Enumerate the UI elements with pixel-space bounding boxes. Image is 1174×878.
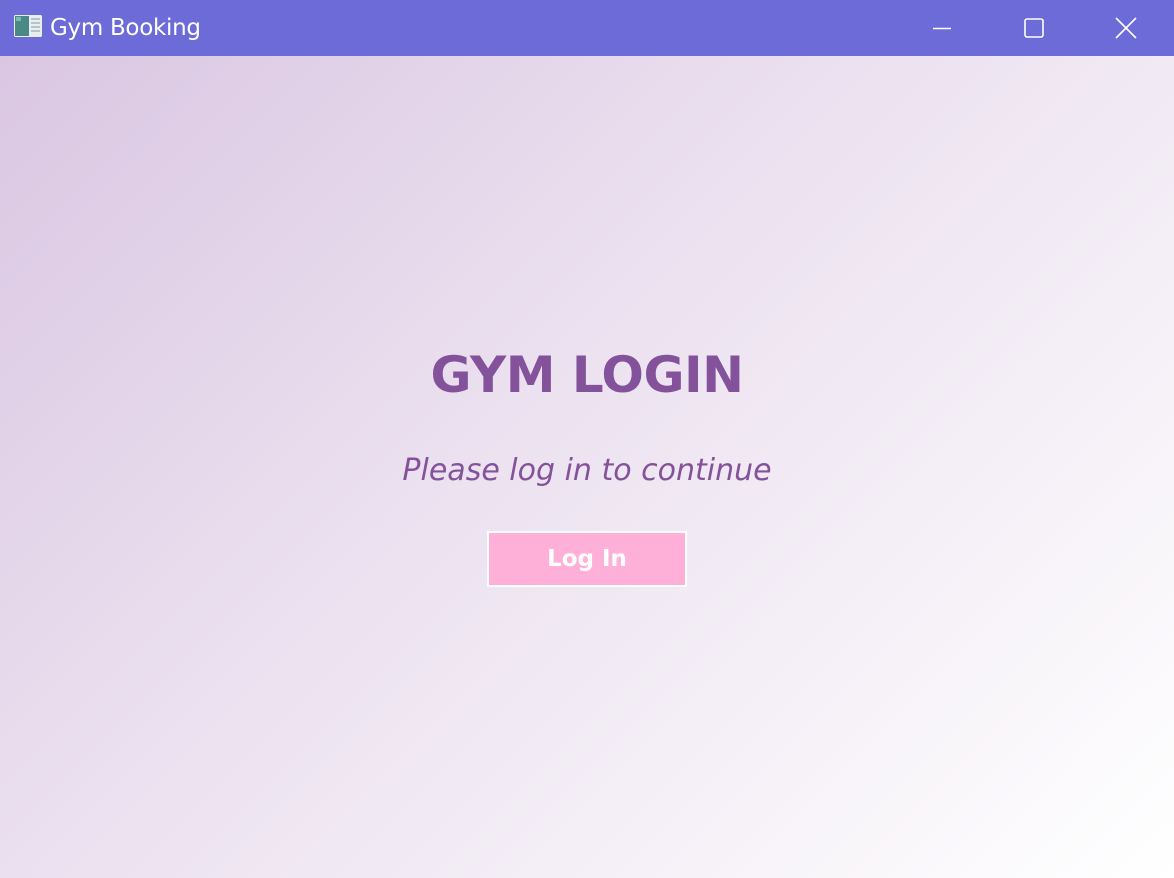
app-icon <box>14 15 42 37</box>
app-window: Gym Booking GYM LOGIN Please log in to c… <box>0 0 1174 878</box>
window-title: Gym Booking <box>50 15 201 41</box>
title-bar[interactable]: Gym Booking <box>0 0 1174 56</box>
page-title: GYM LOGIN <box>430 346 744 404</box>
maximize-button[interactable] <box>988 0 1080 56</box>
login-subtitle: Please log in to continue <box>402 453 772 488</box>
close-button[interactable] <box>1080 0 1172 56</box>
close-icon <box>1115 17 1137 39</box>
login-button[interactable]: Log In <box>487 531 687 587</box>
minimize-button[interactable] <box>896 0 988 56</box>
login-panel: GYM LOGIN Please log in to continue Log … <box>0 56 1174 878</box>
minimize-icon <box>932 18 952 38</box>
maximize-icon <box>1024 18 1044 38</box>
